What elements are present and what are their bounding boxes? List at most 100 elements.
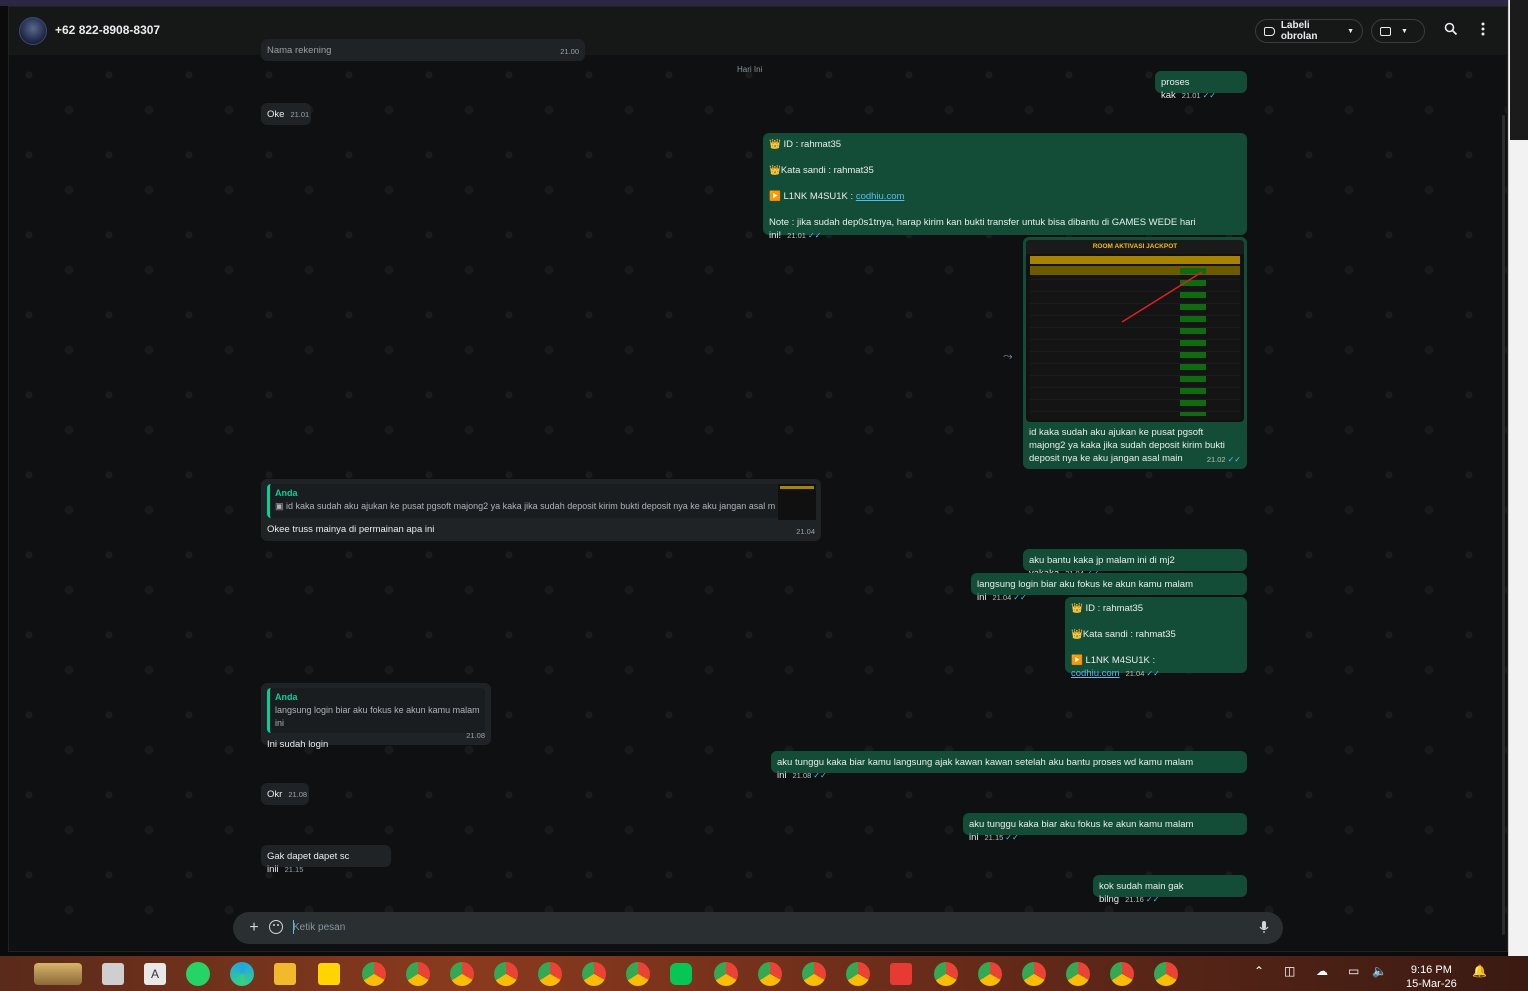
chrome-icon[interactable] <box>406 962 430 986</box>
login-link-prefix: ▶️ L1NK M4SU1K : <box>769 191 856 202</box>
whatsapp-window: +62 822-8908-8307 Labeli obrolan ▼ ▼ Nam… <box>8 6 1508 952</box>
mic-button[interactable] <box>1259 920 1269 939</box>
message-outgoing[interactable]: kok sudah main gak bilng 21.16 ✓✓ <box>1093 875 1247 905</box>
chrome-icon[interactable] <box>978 962 1002 986</box>
chrome-icon[interactable] <box>846 962 870 986</box>
chrome-icon[interactable] <box>1066 962 1090 986</box>
login-link-line: ▶️ L1NK M4SU1K : codhiu.com <box>769 190 1241 203</box>
message-text: Nama rekening <box>267 45 332 56</box>
image-table <box>1030 256 1240 420</box>
more-options-button[interactable] <box>1473 21 1493 41</box>
text-editor-icon[interactable]: A <box>144 963 166 985</box>
message-text: Okee truss mainya di permainan apa ini <box>267 524 435 535</box>
message-outgoing-credentials[interactable]: 👑 ID : rahmat35 👑Kata sandi : rahmat35 ▶… <box>763 133 1247 241</box>
login-link[interactable]: codhiu.com <box>856 191 905 202</box>
message-outgoing[interactable]: proses kak 21.01 ✓✓ <box>1155 71 1247 101</box>
background-window-top <box>1510 0 1528 140</box>
read-ticks-icon: ✓✓ <box>807 231 822 240</box>
forward-icon[interactable]: ⤳ <box>1003 349 1013 364</box>
plus-icon: + <box>249 919 259 936</box>
edge-icon[interactable] <box>230 962 254 986</box>
message-time: 21.04 <box>1125 669 1145 678</box>
chrome-icon[interactable] <box>714 962 738 986</box>
contact-avatar[interactable] <box>19 17 47 45</box>
network-icon[interactable]: ▭ <box>1348 964 1359 978</box>
notification-icon[interactable]: 🔔 <box>1472 964 1487 978</box>
volume-icon[interactable]: 🔈 <box>1372 964 1387 978</box>
message-outgoing[interactable]: aku tunggu kaka biar kamu langsung ajak … <box>771 751 1247 781</box>
chrome-icon[interactable] <box>582 962 606 986</box>
quoted-message[interactable]: Anda ▣ id kaka sudah aku ajukan ke pusat… <box>267 484 816 520</box>
login-link-prefix: ▶️ L1NK M4SU1K : <box>1071 655 1156 666</box>
chevron-down-icon: ▼ <box>1401 27 1408 35</box>
contact-name[interactable]: +62 822-8908-8307 <box>55 23 160 37</box>
sticky-notes-icon[interactable] <box>318 963 340 985</box>
caption-text: id kaka sudah aku ajukan ke pusat pgsoft… <box>1029 427 1225 464</box>
clock-date: 15-Mar-26 <box>1406 978 1457 990</box>
video-call-icon <box>1380 26 1391 36</box>
chrome-icon[interactable] <box>362 962 386 986</box>
chat-header: +62 822-8908-8307 Labeli obrolan ▼ ▼ <box>9 7 1507 55</box>
message-time: 21.08 <box>466 731 485 740</box>
chrome-icon[interactable] <box>1154 962 1178 986</box>
message-time: 21.04 <box>796 527 815 536</box>
image-title: ROOM AKTIVASI JACKPOT <box>1026 240 1244 254</box>
login-link[interactable]: codhiu.com <box>1071 668 1120 679</box>
chrome-icon[interactable] <box>450 962 474 986</box>
message-outgoing[interactable]: aku bantu kaka jp malam ini di mj2 yakak… <box>1023 549 1247 579</box>
file-explorer-icon[interactable] <box>274 963 296 985</box>
image-thumb-icon: ▣ <box>275 501 287 511</box>
chrome-icon[interactable] <box>494 962 518 986</box>
message-incoming-reply[interactable]: Anda langsung login biar aku fokus ke ak… <box>261 683 491 750</box>
label-chat-label: Labeli obrolan <box>1280 20 1318 42</box>
chrome-icon[interactable] <box>626 962 650 986</box>
jackpot-screenshot-image[interactable]: ROOM AKTIVASI JACKPOT <box>1026 240 1244 422</box>
message-outgoing-image[interactable]: ROOM AKTIVASI JACKPOT id kaka sudah aku … <box>1023 237 1247 469</box>
message-time: 21.15 <box>284 865 304 874</box>
whatsapp-icon[interactable] <box>186 962 210 986</box>
credential-id: 👑 ID : rahmat35 <box>1071 603 1144 614</box>
message-outgoing-credentials[interactable]: 👑 ID : rahmat35 👑Kata sandi : rahmat35 ▶… <box>1065 597 1247 679</box>
search-button[interactable] <box>1441 21 1461 41</box>
message-incoming[interactable]: Gak dapet dapet sc inii 21.15 <box>261 845 391 875</box>
message-outgoing[interactable]: aku tunggu kaka biar aku fokus ke akun k… <box>963 813 1247 843</box>
quoted-text-body: id kaka sudah aku ajukan ke pusat pgsoft… <box>286 501 775 511</box>
quoted-text: langsung login biar aku fokus ke akun ka… <box>275 705 480 728</box>
quoted-author: Anda <box>275 692 298 702</box>
weather-widget[interactable] <box>34 963 82 985</box>
message-incoming-reply[interactable]: Anda ▣ id kaka sudah aku ajukan ke pusat… <box>261 479 821 541</box>
message-outgoing[interactable]: langsung login biar aku fokus ke akun ka… <box>971 573 1247 603</box>
system-clock[interactable]: 9:16 PM 15-Mar-26 <box>1406 963 1457 991</box>
chrome-icon[interactable] <box>538 962 562 986</box>
chevron-up-icon[interactable]: ⌃ <box>1254 964 1264 978</box>
chat-scrollbar[interactable] <box>1502 115 1505 935</box>
cloud-icon[interactable]: ☁ <box>1316 964 1328 978</box>
credential-password: 👑Kata sandi : rahmat35 <box>769 165 874 176</box>
quoted-message[interactable]: Anda langsung login biar aku fokus ke ak… <box>267 688 485 733</box>
sticker-icon[interactable] <box>269 920 283 934</box>
mic-icon <box>1259 921 1269 933</box>
task-view-icon[interactable] <box>102 963 124 985</box>
clock-time: 9:16 PM <box>1410 964 1452 976</box>
message-incoming[interactable]: Okr 21.08 <box>261 783 309 805</box>
message-composer[interactable]: + Ketik pesan <box>233 912 1283 944</box>
message-incoming-clipped[interactable]: Nama rekening 21.00 <box>261 39 585 61</box>
chrome-icon[interactable] <box>758 962 782 986</box>
message-input[interactable]: Ketik pesan <box>293 922 345 933</box>
security-icon[interactable]: ◫ <box>1284 964 1295 978</box>
credential-id: 👑 ID : rahmat35 <box>769 139 842 150</box>
wps-office-icon[interactable] <box>890 963 912 985</box>
video-call-button[interactable]: ▼ <box>1371 19 1425 43</box>
chrome-icon[interactable] <box>1110 962 1134 986</box>
chrome-icon[interactable] <box>1022 962 1046 986</box>
chrome-icon[interactable] <box>934 962 958 986</box>
message-time: 21.04 <box>992 593 1012 602</box>
chrome-icon[interactable] <box>802 962 826 986</box>
message-text: Ini sudah login <box>267 739 329 750</box>
read-ticks-icon: ✓✓ <box>1227 455 1241 464</box>
label-chat-button[interactable]: Labeli obrolan ▼ <box>1255 19 1363 43</box>
message-time: 21.01 <box>1181 91 1201 100</box>
attach-button[interactable]: + <box>245 919 263 937</box>
message-incoming[interactable]: Oke 21.01 <box>261 103 311 125</box>
line-app-icon[interactable] <box>670 963 692 985</box>
